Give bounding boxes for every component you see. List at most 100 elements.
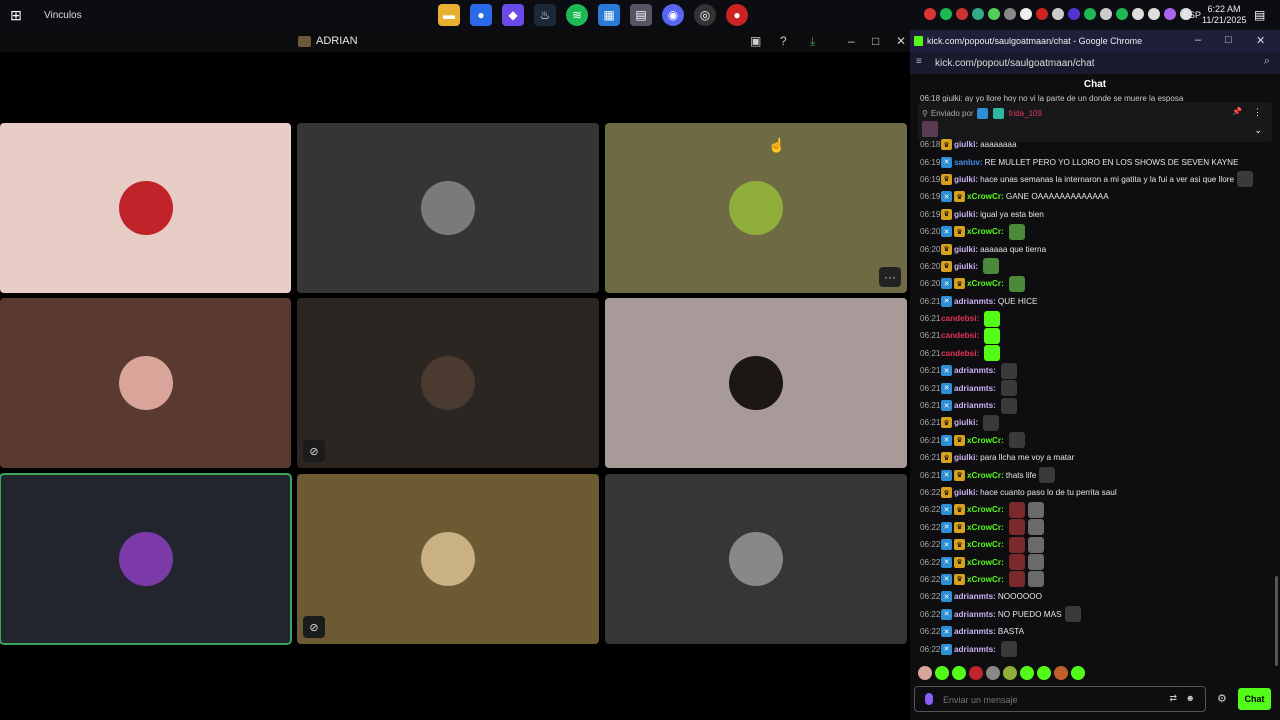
message-username[interactable]: giulki: [954, 210, 978, 219]
tray-icon[interactable] [1068, 8, 1080, 20]
message-username[interactable]: giulki: [954, 140, 978, 149]
message-username[interactable]: xCrowCr: [967, 471, 1004, 480]
chat-scrollbar[interactable] [1275, 576, 1278, 666]
quick-emote-button[interactable] [918, 666, 932, 680]
chat-message-input[interactable] [943, 692, 1143, 708]
message-username[interactable]: adrianmts: [954, 592, 996, 601]
url-text[interactable]: kick.com/popout/saulgoatmaan/chat [935, 58, 1095, 69]
message-username[interactable]: giulki: [954, 453, 978, 462]
participant-tile[interactable] [297, 123, 599, 293]
tray-icon[interactable] [1004, 8, 1016, 20]
message-username[interactable]: adrianmts: [954, 401, 996, 410]
pinned-username[interactable]: frida_109 [1009, 109, 1042, 118]
message-username[interactable]: xCrowCr: [967, 436, 1004, 445]
tray-icon[interactable] [956, 8, 968, 20]
site-info-icon[interactable]: ≡ [916, 56, 922, 67]
participant-tile[interactable] [0, 123, 291, 293]
quick-emote-button[interactable] [1054, 666, 1068, 680]
message-username[interactable]: xCrowCr: [967, 523, 1004, 532]
notification-icon[interactable]: ▤ [1254, 8, 1265, 22]
obs-icon[interactable]: ◎ [694, 4, 716, 26]
message-username[interactable]: adrianmts: [954, 645, 996, 654]
minimize-icon[interactable]: – [848, 34, 855, 48]
participant-tile[interactable] [605, 474, 907, 644]
quick-emote-button[interactable] [935, 666, 949, 680]
message-username[interactable]: giulki: [954, 418, 978, 427]
tray-icon[interactable] [1116, 8, 1128, 20]
message-username[interactable]: giulki: [954, 245, 978, 254]
tray-icon[interactable] [988, 8, 1000, 20]
quick-emote-button[interactable] [969, 666, 983, 680]
message-username[interactable]: candebsi: [941, 349, 979, 358]
message-username[interactable]: adrianmts: [954, 384, 996, 393]
more-options-icon[interactable]: ⋮ [1253, 107, 1262, 118]
gear-icon[interactable]: ⚙ [1217, 692, 1227, 705]
participant-tile[interactable] [0, 298, 291, 468]
maximize-icon[interactable]: □ [1225, 34, 1232, 46]
chat-input-box[interactable]: ⇄ ☻ [914, 686, 1206, 712]
message-username[interactable]: xCrowCr: [967, 505, 1004, 514]
clock[interactable]: 6:22 AM 11/21/2025 [1202, 4, 1246, 26]
microphone-icon[interactable] [925, 693, 933, 705]
chrome-icon[interactable]: ● [470, 4, 492, 26]
quick-emote-button[interactable] [1020, 666, 1034, 680]
message-username[interactable]: giulki: [954, 262, 978, 271]
search-icon[interactable]: ⌕ [1264, 55, 1270, 68]
language-indicator[interactable]: ESP [1183, 10, 1201, 20]
chevron-down-icon[interactable]: ⌄ [1254, 125, 1262, 136]
message-username[interactable]: adrianmts: [954, 297, 996, 306]
store-icon[interactable]: ▦ [598, 4, 620, 26]
tray-icon[interactable] [1084, 8, 1096, 20]
translate-icon[interactable]: ⇄ [1169, 693, 1177, 704]
quick-emote-button[interactable] [1037, 666, 1051, 680]
pen-icon[interactable] [1164, 8, 1176, 20]
tray-icon[interactable] [1020, 8, 1032, 20]
message-username[interactable]: xCrowCr: [967, 575, 1004, 584]
message-username[interactable]: adrianmts: [954, 627, 996, 636]
participant-tile[interactable]: ⊘ [297, 298, 599, 468]
inbox-icon[interactable]: ▣ [750, 34, 761, 48]
participant-tile[interactable] [605, 298, 907, 468]
participant-tile[interactable] [0, 473, 292, 645]
message-username[interactable]: giulki: [954, 175, 978, 184]
help-icon[interactable]: ? [780, 34, 787, 48]
discord-icon[interactable]: ◉ [662, 4, 684, 26]
message-username[interactable]: xCrowCr: [967, 192, 1004, 201]
message-username[interactable]: adrianmts: [954, 610, 996, 619]
quick-emote-button[interactable] [1003, 666, 1017, 680]
steam-icon[interactable]: ♨ [534, 4, 556, 26]
volume-icon[interactable] [1100, 8, 1112, 20]
pin-icon[interactable]: 📌 [1232, 107, 1242, 116]
copilot-icon[interactable]: ◆ [502, 4, 524, 26]
maximize-icon[interactable]: □ [872, 34, 879, 48]
message-username[interactable]: xCrowCr: [967, 227, 1004, 236]
message-username[interactable]: sanluv: [954, 158, 983, 167]
tray-icon[interactable] [1132, 8, 1144, 20]
app-icon[interactable]: ▤ [630, 4, 652, 26]
message-username[interactable]: candebsi: [941, 314, 979, 323]
participant-tile[interactable]: ··· [605, 123, 907, 293]
message-username[interactable]: xCrowCr: [967, 540, 1004, 549]
quick-emote-button[interactable] [1071, 666, 1085, 680]
quick-emote-button[interactable] [986, 666, 1000, 680]
participant-tile[interactable]: ⊘ [297, 474, 599, 644]
send-chat-button[interactable]: Chat [1238, 688, 1271, 710]
chrome-profile-icon[interactable]: ● [726, 4, 748, 26]
message-username[interactable]: xCrowCr: [967, 558, 1004, 567]
microphone-icon[interactable] [1052, 8, 1064, 20]
display-icon[interactable] [1148, 8, 1160, 20]
download-icon[interactable]: ⤓ [810, 34, 815, 49]
windows-start-button[interactable]: ⊞ [0, 0, 32, 30]
tray-icon[interactable] [972, 8, 984, 20]
tray-icon[interactable] [940, 8, 952, 20]
message-username[interactable]: candebsi: [941, 331, 979, 340]
message-username[interactable]: adrianmts: [954, 366, 996, 375]
taskbar-label[interactable]: Vinculos [44, 10, 82, 21]
tray-icon[interactable] [1036, 8, 1048, 20]
url-bar[interactable]: ≡ kick.com/popout/saulgoatmaan/chat ⌕ [910, 52, 1280, 74]
message-username[interactable]: xCrowCr: [967, 279, 1004, 288]
emoji-icon[interactable]: ☻ [1186, 693, 1195, 703]
file-explorer-icon[interactable]: ▬ [438, 4, 460, 26]
message-username[interactable]: giulki: [954, 488, 978, 497]
spotify-icon[interactable]: ≋ [566, 4, 588, 26]
